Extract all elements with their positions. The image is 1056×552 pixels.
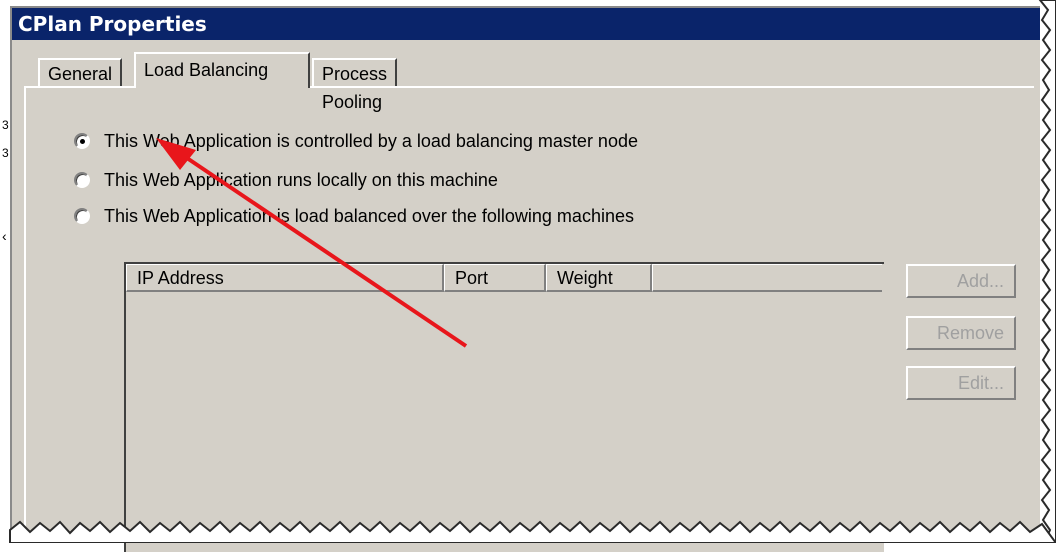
machines-list[interactable]: IP Address Port Weight [124, 262, 884, 552]
remove-button[interactable]: Remove [906, 316, 1016, 350]
column-filler [652, 264, 882, 292]
tab-general[interactable]: General [38, 58, 123, 86]
option-load-balanced-machines[interactable]: This Web Application is load balanced ov… [74, 202, 634, 230]
add-button[interactable]: Add... [906, 264, 1016, 298]
option-master-node[interactable]: This Web Application is controlled by a … [74, 127, 638, 155]
option-label: This Web Application is load balanced ov… [104, 205, 634, 226]
tab-process-pooling[interactable]: Process Pooling [312, 58, 398, 112]
option-label: This Web Application is controlled by a … [104, 130, 638, 151]
radio-unchecked-icon[interactable] [74, 208, 90, 224]
column-ip-address[interactable]: IP Address [126, 264, 444, 292]
edge-text-fragment: 3 [2, 146, 9, 160]
edge-text-fragment: 3 [2, 118, 9, 132]
option-runs-locally[interactable]: This Web Application runs locally on thi… [74, 166, 498, 194]
torn-edge-right [1038, 0, 1056, 543]
screenshot-stage: 3 3 ‹ CPlan Properties General Load Bala… [0, 0, 1056, 552]
edge-mark: ‹ [2, 228, 7, 244]
edit-button[interactable]: Edit... [906, 366, 1016, 400]
tab-load-balancing[interactable]: Load Balancing [134, 52, 310, 88]
radio-checked-icon[interactable] [74, 133, 90, 149]
column-weight[interactable]: Weight [546, 264, 652, 292]
option-label: This Web Application runs locally on thi… [104, 169, 498, 190]
list-header: IP Address Port Weight [126, 264, 882, 292]
radio-unchecked-icon[interactable] [74, 172, 90, 188]
column-port[interactable]: Port [444, 264, 546, 292]
title-bar[interactable]: CPlan Properties [12, 8, 1040, 40]
